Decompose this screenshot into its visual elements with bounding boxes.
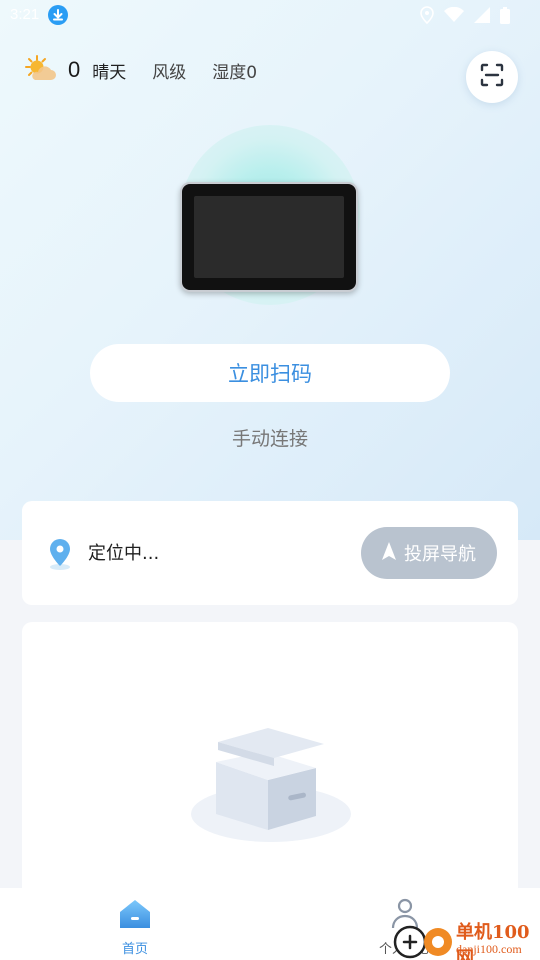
location-card: 定位中... 投屏导航 [22, 501, 518, 605]
download-icon [48, 5, 68, 25]
empty-box-icon [186, 722, 356, 852]
navigation-arrow-icon [382, 541, 396, 565]
watermark-icon [393, 925, 452, 959]
home-icon [118, 900, 152, 934]
scan-now-button[interactable]: 立即扫码 [90, 344, 450, 402]
battery-icon [500, 6, 510, 28]
tab-home-label: 首页 [121, 942, 148, 957]
status-bar: 3:21 [0, 0, 540, 30]
tablet-icon [180, 182, 358, 292]
cast-navigation-button[interactable]: 投屏导航 [361, 527, 497, 579]
device-list-card [22, 622, 518, 922]
tablet-screen [194, 196, 344, 278]
temperature: 0 [68, 57, 81, 82]
sun-cloud-icon [22, 54, 58, 86]
wind-level: 风级 [152, 62, 187, 83]
status-time: 3:21 [10, 6, 40, 23]
weather-bar: 0 晴天 风级 湿度0 [22, 54, 283, 86]
wifi-icon [444, 6, 464, 27]
tab-home[interactable]: 首页 [95, 898, 175, 957]
location-pin-icon [46, 537, 74, 571]
weather-condition: 晴天 [92, 62, 127, 83]
signal-icon [474, 7, 490, 27]
location-status: 定位中... [88, 543, 160, 564]
location-icon [420, 6, 434, 28]
manual-connect-link[interactable]: 手动连接 [0, 424, 540, 451]
humidity: 湿度0 [212, 62, 258, 83]
scan-icon [479, 62, 505, 92]
watermark-url: danji100.com [456, 942, 522, 956]
cast-navigation-label: 投屏导航 [404, 544, 476, 565]
scan-button[interactable] [466, 51, 518, 103]
watermark-logo: 单机100网 danji100.com [390, 916, 540, 960]
